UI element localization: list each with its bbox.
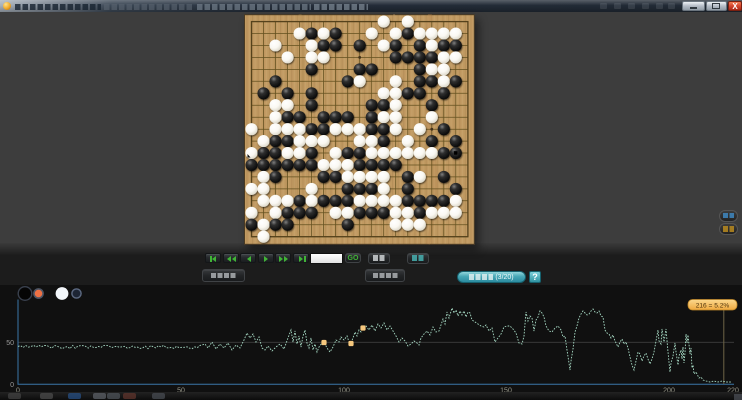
svg-text:216 = 5.2%: 216 = 5.2% — [696, 303, 730, 310]
svg-text:0: 0 — [10, 382, 14, 389]
svg-text:50: 50 — [6, 340, 14, 347]
